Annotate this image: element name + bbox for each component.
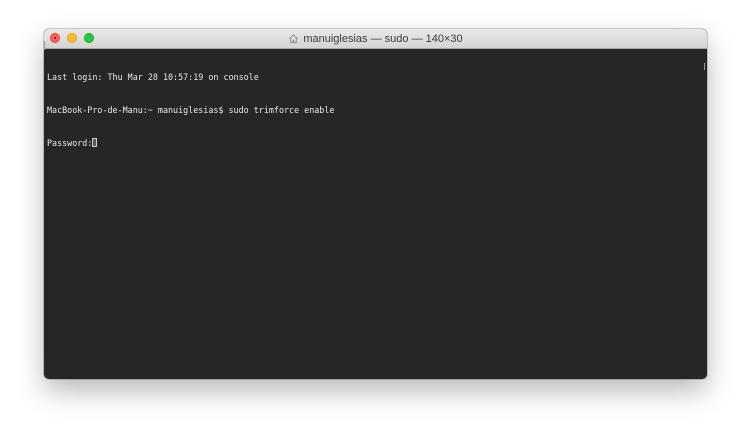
line-mark	[44, 41, 47, 50]
terminal-line-last-login: Last login: Thu Mar 28 10:57:19 on conso…	[47, 72, 259, 82]
window-title: manuiglesias — sudo — 140×30	[303, 32, 463, 45]
home-icon	[289, 34, 299, 44]
text-cursor[interactable]	[92, 138, 98, 147]
terminal-line-password-prompt: Password:	[47, 138, 704, 149]
terminal-window: manuiglesias — sudo — 140×30 Last login:…	[44, 29, 707, 379]
terminal-output[interactable]: Last login: Thu Mar 28 10:57:19 on conso…	[44, 49, 707, 379]
scroll-indicator[interactable]	[704, 63, 705, 70]
title-bar[interactable]: manuiglesias — sudo — 140×30	[44, 29, 707, 49]
terminal-line-command: MacBook-Pro-de-Manu:~ manuiglesias$ sudo…	[47, 105, 335, 115]
password-prompt: Password:	[47, 138, 93, 148]
window-title-area: manuiglesias — sudo — 140×30	[44, 29, 707, 48]
